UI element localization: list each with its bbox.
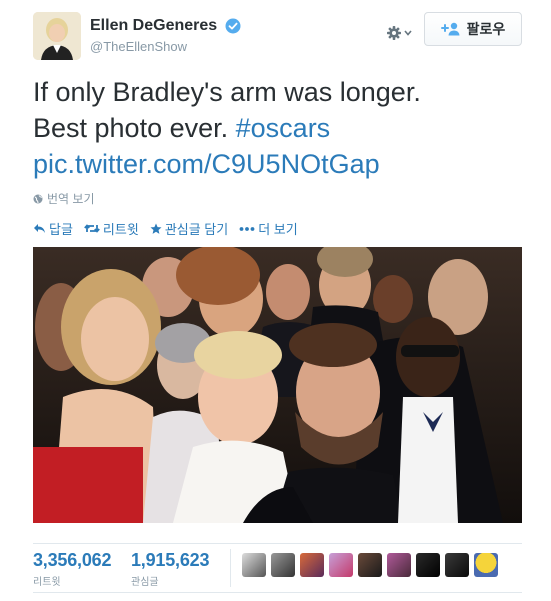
- favorite-count-label: 관심글: [131, 577, 159, 588]
- verified-badge-icon: [225, 18, 241, 34]
- favoriter-avatar[interactable]: [358, 553, 382, 577]
- more-label: 더 보기: [258, 222, 298, 237]
- follow-button[interactable]: 팔로우: [424, 12, 522, 46]
- user-screen-name[interactable]: @TheEllenShow: [90, 39, 241, 54]
- favoriter-avatar[interactable]: [474, 553, 498, 577]
- tweet-line-1: If only Bradley's arm was longer.: [33, 77, 421, 107]
- tweet-photo[interactable]: [33, 247, 522, 523]
- more-button[interactable]: 더 보기: [239, 219, 298, 238]
- favorite-count-value: 1,915,623: [131, 550, 210, 570]
- user-names: Ellen DeGeneres @TheEllenShow: [90, 17, 241, 54]
- hashtag-link[interactable]: #oscars: [236, 113, 331, 143]
- selfie-photo-image: [33, 247, 522, 523]
- translate-button[interactable]: 번역 보기: [33, 190, 95, 207]
- favoriter-avatars: [242, 553, 503, 577]
- favoriter-avatar[interactable]: [387, 553, 411, 577]
- tweet-actions: 답글 리트윗 관심글 담기 더 보기: [33, 219, 309, 238]
- favoriter-avatar[interactable]: [445, 553, 469, 577]
- gear-icon: [387, 26, 412, 40]
- retweet-count-label: 리트윗: [33, 577, 61, 588]
- retweet-count-value: 3,356,062: [33, 550, 112, 570]
- retweet-label: 리트윗: [102, 222, 139, 237]
- favorite-button[interactable]: 관심글 담기: [150, 219, 228, 238]
- retweet-button[interactable]: 리트윗: [84, 219, 139, 238]
- translate-label: 번역 보기: [47, 192, 95, 206]
- follow-button-label: 팔로우: [466, 21, 506, 37]
- add-user-icon: [440, 22, 460, 36]
- ellipsis-icon: [239, 226, 255, 231]
- star-icon: [150, 223, 162, 234]
- reply-icon: [34, 224, 45, 233]
- media-link[interactable]: pic.twitter.com/C9U5NOtGap: [33, 149, 380, 179]
- favoriter-avatar[interactable]: [242, 553, 266, 577]
- user-full-name[interactable]: Ellen DeGeneres: [90, 17, 217, 35]
- tweet-line-3: pic.twitter.com/C9U5NOtGap: [33, 146, 523, 182]
- tweet-stats: 3,356,062 리트윗 1,915,623 관심글: [33, 543, 522, 593]
- favorite-count[interactable]: 1,915,623 관심글: [131, 550, 209, 588]
- tweet-header: Ellen DeGeneres @TheEllenShow 팔로우: [33, 12, 523, 62]
- tweet-text: If only Bradley's arm was longer. Best p…: [33, 74, 523, 182]
- retweet-count[interactable]: 3,356,062 리트윗: [33, 550, 111, 588]
- favoriter-avatar[interactable]: [329, 553, 353, 577]
- tweet-line-2: Best photo ever. #oscars: [33, 110, 523, 146]
- reply-label: 답글: [49, 222, 73, 237]
- retweet-icon: [84, 224, 100, 233]
- reply-button[interactable]: 답글: [33, 219, 73, 238]
- tweet-line-2-text: Best photo ever.: [33, 113, 236, 143]
- favoriter-avatar[interactable]: [416, 553, 440, 577]
- favorite-label: 관심글 담기: [164, 222, 229, 237]
- favoriter-avatar[interactable]: [271, 553, 295, 577]
- globe-icon: [33, 194, 43, 203]
- stats-divider: [230, 549, 231, 587]
- avatar-image: [33, 12, 81, 60]
- favoriter-avatar[interactable]: [300, 553, 324, 577]
- settings-dropdown-button[interactable]: [385, 22, 417, 44]
- avatar[interactable]: [33, 12, 81, 60]
- chevron-down-icon: [404, 30, 412, 36]
